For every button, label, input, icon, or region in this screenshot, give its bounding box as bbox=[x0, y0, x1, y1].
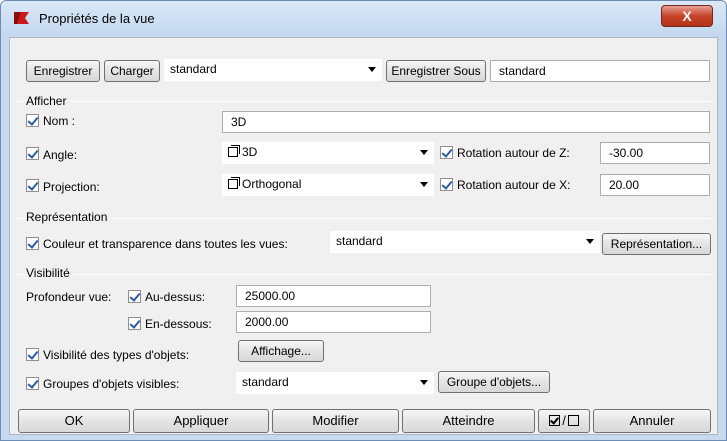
group-divider bbox=[16, 218, 713, 219]
below-label: En-dessous: bbox=[145, 317, 212, 331]
ok-button[interactable]: OK bbox=[18, 409, 130, 433]
angle-checkbox[interactable] bbox=[26, 147, 39, 160]
rotation-x-checkbox[interactable] bbox=[440, 178, 453, 191]
groups-visible-select[interactable]: standard bbox=[236, 372, 434, 394]
color-transparency-value: standard bbox=[336, 234, 383, 248]
apply-button[interactable]: Appliquer bbox=[133, 409, 269, 433]
groups-visible-value: standard bbox=[242, 375, 289, 389]
group-divider bbox=[16, 101, 713, 102]
save-button[interactable]: Enregistrer bbox=[26, 60, 100, 82]
checked-box-icon bbox=[549, 415, 561, 426]
title-bar[interactable]: Propriétés de la vue X bbox=[1, 1, 726, 37]
rotation-z-checkbox[interactable] bbox=[440, 146, 453, 159]
group-divider bbox=[16, 274, 713, 275]
object-types-label: Visibilité des types d'objets: bbox=[43, 348, 190, 362]
groups-visible-checkbox[interactable] bbox=[26, 377, 39, 390]
preset-select-value: standard bbox=[170, 62, 217, 76]
representation-button[interactable]: Représentation... bbox=[602, 233, 711, 255]
reach-button[interactable]: Atteindre bbox=[402, 409, 535, 433]
cube-icon bbox=[228, 145, 240, 157]
depth-label: Profondeur vue: bbox=[26, 290, 112, 304]
object-groups-button[interactable]: Groupe d'objets... bbox=[438, 371, 550, 393]
close-button[interactable]: X bbox=[661, 5, 713, 27]
chevron-down-icon bbox=[368, 67, 376, 72]
chevron-down-icon bbox=[420, 182, 428, 187]
color-transparency-label: Couleur et transparence dans toutes les … bbox=[43, 237, 288, 251]
chevron-down-icon bbox=[586, 239, 594, 244]
preset-select[interactable]: standard bbox=[164, 59, 382, 81]
above-label: Au-dessus: bbox=[145, 290, 206, 304]
below-checkbox[interactable] bbox=[128, 317, 141, 330]
angle-select[interactable]: 3D bbox=[222, 142, 434, 164]
color-transparency-select[interactable]: standard bbox=[330, 231, 600, 253]
afficher-group-title: Afficher bbox=[26, 94, 71, 108]
projection-select-value: Orthogonal bbox=[242, 177, 302, 191]
above-input[interactable]: 25000.00 bbox=[236, 285, 431, 307]
object-types-checkbox[interactable] bbox=[26, 348, 39, 361]
rotation-z-input[interactable]: -30.00 bbox=[600, 142, 710, 164]
projection-label: Projection: bbox=[43, 180, 100, 194]
cancel-button[interactable]: Annuler bbox=[593, 409, 711, 433]
window-title: Propriétés de la vue bbox=[39, 11, 155, 26]
toggle-checkboxes-button[interactable]: / bbox=[538, 409, 590, 433]
affichage-button[interactable]: Affichage... bbox=[238, 340, 324, 362]
representation-group-title: Représentation bbox=[26, 210, 112, 224]
color-transparency-checkbox[interactable] bbox=[26, 237, 39, 250]
toggle-separator: / bbox=[562, 413, 566, 428]
close-icon: X bbox=[682, 8, 692, 24]
load-button[interactable]: Charger bbox=[104, 60, 160, 82]
name-checkbox[interactable] bbox=[26, 114, 39, 127]
chevron-down-icon bbox=[420, 380, 428, 385]
cube-icon bbox=[228, 177, 240, 189]
save-as-button[interactable]: Enregistrer Sous bbox=[386, 60, 486, 82]
visibilite-group-title: Visibilité bbox=[26, 266, 74, 280]
save-as-name-input[interactable]: standard bbox=[490, 60, 710, 82]
dialog-window: Propriétés de la vue X Enregistrer Charg… bbox=[0, 0, 727, 441]
angle-label: Angle: bbox=[43, 148, 78, 162]
groups-visible-label: Groupes d'objets visibles: bbox=[43, 377, 180, 391]
unchecked-box-icon bbox=[567, 415, 579, 426]
name-label: Nom : bbox=[43, 114, 76, 128]
dialog-client-area: Enregistrer Charger standard Enregistrer… bbox=[9, 37, 718, 435]
chevron-down-icon bbox=[420, 150, 428, 155]
projection-select[interactable]: Orthogonal bbox=[222, 174, 434, 196]
angle-select-value: 3D bbox=[242, 145, 258, 159]
projection-checkbox[interactable] bbox=[26, 179, 39, 192]
below-input[interactable]: 2000.00 bbox=[236, 311, 431, 333]
rotation-z-label: Rotation autour de Z: bbox=[457, 146, 570, 160]
name-input[interactable]: 3D bbox=[222, 111, 710, 133]
modify-button[interactable]: Modifier bbox=[272, 409, 399, 433]
above-checkbox[interactable] bbox=[128, 290, 141, 303]
app-flag-icon bbox=[14, 12, 29, 24]
rotation-x-input[interactable]: 20.00 bbox=[600, 174, 710, 196]
rotation-x-label: Rotation autour de X: bbox=[457, 178, 571, 192]
